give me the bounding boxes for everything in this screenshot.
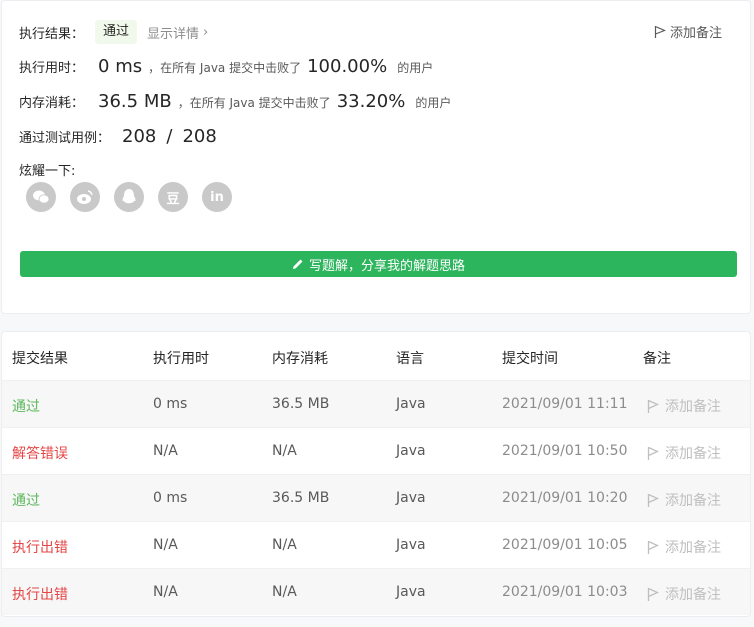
table-row: 执行出错 N/A N/A Java 2021/09/01 10:05 添加备注 (2, 521, 750, 568)
weibo-icon[interactable] (70, 182, 100, 212)
runtime-value: 0 ms (98, 56, 143, 77)
flag-icon (647, 493, 659, 507)
table-row: 解答错误 N/A N/A Java 2021/09/01 10:50 添加备注 (2, 427, 750, 474)
table-row: 通过 0 ms 36.5 MB Java 2021/09/01 10:20 添加备注 (2, 474, 750, 521)
add-note-label: 添加备注 (670, 26, 723, 41)
memory-row: 内存消耗： 36.5 MB ，在所有 Java 提交中击败了 33.20% 的用… (19, 91, 451, 112)
submission-result-link[interactable]: 执行出错 (12, 537, 68, 557)
runtime-cell: 0 ms (153, 396, 188, 412)
flag-icon (647, 399, 659, 413)
write-solution-label: 写题解，分享我的解题思路 (308, 258, 465, 274)
submission-time-cell: 2021/09/01 11:11 (502, 396, 628, 412)
runtime-suffix: 的用户 (397, 61, 434, 75)
memory-value: 36.5 MB (98, 91, 172, 112)
runtime-row: 执行用时： 0 ms ，在所有 Java 提交中击败了 100.00% 的用户 (19, 56, 433, 77)
add-note-button[interactable]: 添加备注 (647, 443, 721, 463)
submission-result-link[interactable]: 通过 (12, 490, 40, 510)
memory-beat-text: ，在所有 Java 提交中击败了 (177, 96, 331, 110)
status-badge: 通过 (95, 20, 138, 44)
memory-cell: 36.5 MB (272, 396, 330, 412)
tests-row: 通过测试用例： 208 / 208 (19, 126, 223, 147)
language-cell: Java (396, 537, 426, 553)
submission-result-link[interactable]: 解答错误 (12, 443, 68, 463)
flag-icon (647, 587, 659, 601)
add-note-button[interactable]: 添加备注 (647, 584, 721, 604)
language-cell: Java (396, 396, 426, 412)
show-details-link[interactable]: 显示详情 › (147, 23, 208, 42)
tests-separator: / (166, 126, 173, 147)
runtime-cell: N/A (153, 537, 178, 553)
pencil-icon (292, 259, 303, 269)
header-language: 语言 (396, 351, 424, 367)
result-label: 执行结果： (19, 27, 85, 42)
memory-cell: 36.5 MB (272, 490, 330, 506)
memory-percentile: 33.20% (336, 91, 406, 112)
header-time: 提交时间 (502, 351, 558, 367)
header-result: 提交结果 (12, 351, 68, 367)
language-cell: Java (396, 443, 426, 459)
tests-passed: 208 (122, 126, 157, 147)
tests-total: 208 (182, 126, 217, 147)
chevron-right-icon: › (203, 25, 209, 40)
table-row: 通过 0 ms 36.5 MB Java 2021/09/01 11:11 添加备注 (2, 380, 750, 427)
runtime-cell: N/A (153, 584, 178, 600)
add-note-button[interactable]: 添加备注 (654, 22, 722, 41)
add-note-label: 添加备注 (665, 399, 721, 415)
add-note-label: 添加备注 (665, 540, 721, 556)
runtime-label: 执行用时： (19, 61, 85, 76)
flag-icon (647, 540, 659, 554)
flag-icon (654, 25, 666, 38)
memory-label: 内存消耗： (19, 96, 85, 111)
wechat-icon[interactable] (26, 182, 56, 212)
submissions-table: 提交结果 执行用时 内存消耗 语言 提交时间 备注 通过 0 ms 36.5 MB J… (1, 331, 751, 617)
submission-time-cell: 2021/09/01 10:50 (502, 443, 628, 459)
language-cell: Java (396, 490, 426, 506)
qq-icon[interactable] (114, 182, 144, 212)
show-details-label: 显示详情 (147, 27, 200, 42)
table-row: 执行出错 N/A N/A Java 2021/09/01 10:03 添加备注 (2, 568, 750, 615)
runtime-beat-text: ，在所有 Java 提交中击败了 (148, 61, 302, 75)
submission-result-link[interactable]: 执行出错 (12, 584, 68, 604)
submission-time-cell: 2021/09/01 10:20 (502, 490, 628, 506)
add-note-button[interactable]: 添加备注 (647, 537, 721, 557)
add-note-button[interactable]: 添加备注 (647, 396, 721, 416)
memory-cell: N/A (272, 443, 297, 459)
add-note-label: 添加备注 (665, 587, 721, 603)
runtime-cell: N/A (153, 443, 178, 459)
flag-icon (647, 446, 659, 460)
language-cell: Java (396, 584, 426, 600)
tests-label: 通过测试用例： (19, 131, 111, 146)
header-note: 备注 (643, 351, 671, 367)
linkedin-icon[interactable]: in (202, 182, 232, 212)
header-memory: 内存消耗 (272, 351, 328, 367)
memory-cell: N/A (272, 584, 297, 600)
submission-result-link[interactable]: 通过 (12, 396, 40, 416)
memory-suffix: 的用户 (415, 96, 452, 110)
linkedin-glyph: in (210, 189, 224, 205)
submission-time-cell: 2021/09/01 10:03 (502, 584, 628, 600)
memory-cell: N/A (272, 537, 297, 553)
add-note-label: 添加备注 (665, 446, 721, 462)
add-note-label: 添加备注 (665, 493, 721, 509)
runtime-percentile: 100.00% (307, 56, 388, 77)
runtime-cell: 0 ms (153, 490, 188, 506)
douban-icon[interactable]: 豆 (158, 182, 188, 212)
header-runtime: 执行用时 (153, 351, 209, 367)
table-header: 提交结果 执行用时 内存消耗 语言 提交时间 备注 (2, 332, 750, 380)
write-solution-button[interactable]: 写题解，分享我的解题思路 (20, 251, 737, 277)
douban-glyph: 豆 (166, 191, 180, 207)
add-note-button[interactable]: 添加备注 (647, 490, 721, 510)
share-label: 炫耀一下: (19, 164, 76, 179)
submission-summary-card: 执行结果： 通过 显示详情 › 添加备注 执行用时： 0 ms ，在所有 Jav… (1, 0, 751, 314)
submission-time-cell: 2021/09/01 10:05 (502, 537, 628, 553)
